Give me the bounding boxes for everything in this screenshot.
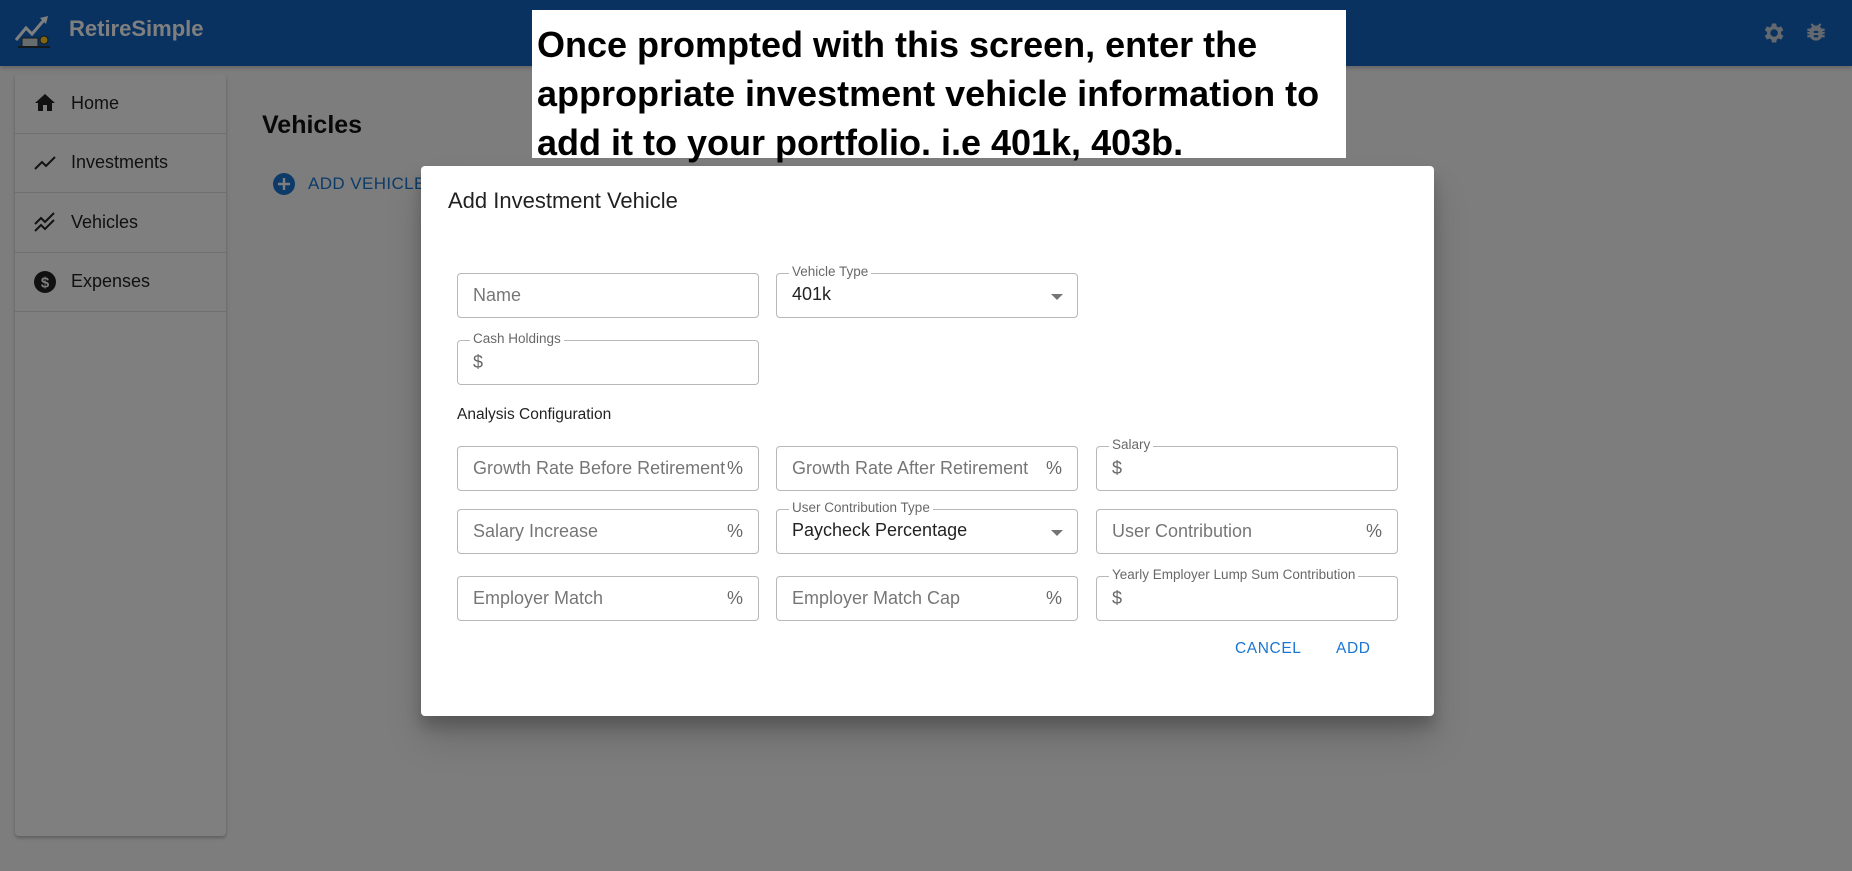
currency-prefix: $ — [1112, 458, 1123, 478]
user-contribution-type-select[interactable]: User Contribution Type Paycheck Percenta… — [776, 500, 1078, 554]
employer-match-cap-field[interactable]: Employer Match Cap % — [776, 576, 1078, 621]
currency-prefix: $ — [473, 352, 484, 372]
user-contribution-type-value: Paycheck Percentage — [792, 520, 968, 540]
percent-suffix: % — [724, 521, 743, 542]
employer-match-cap-placeholder: Employer Match Cap — [792, 588, 961, 608]
employer-match-placeholder: Employer Match — [473, 588, 604, 608]
vehicle-type-label: Vehicle Type — [789, 264, 872, 280]
employer-lump-sum-field[interactable]: Yearly Employer Lump Sum Contribution $ — [1096, 567, 1398, 621]
percent-suffix: % — [724, 588, 743, 609]
growth-rate-before-field[interactable]: Growth Rate Before Retirement % — [457, 446, 759, 491]
percent-suffix: % — [1043, 458, 1062, 479]
salary-increase-field[interactable]: Salary Increase % — [457, 509, 759, 554]
currency-prefix: $ — [1112, 588, 1123, 608]
user-contribution-placeholder: User Contribution — [1112, 521, 1253, 541]
analysis-configuration-heading: Analysis Configuration — [457, 406, 612, 423]
cash-holdings-field[interactable]: Cash Holdings $ — [457, 331, 759, 385]
dropdown-arrow-icon — [1051, 530, 1063, 536]
vehicle-type-value: 401k — [792, 284, 832, 304]
vehicle-type-select[interactable]: Vehicle Type 401k — [776, 264, 1078, 318]
name-field[interactable]: Name — [457, 273, 759, 318]
growth-rate-after-field[interactable]: Growth Rate After Retirement % — [776, 446, 1078, 491]
cancel-button[interactable]: CANCEL — [1235, 640, 1301, 658]
dropdown-arrow-icon — [1051, 294, 1063, 300]
name-placeholder: Name — [473, 285, 522, 305]
dialog-title: Add Investment Vehicle — [448, 188, 678, 213]
salary-field[interactable]: Salary $ — [1096, 437, 1398, 491]
percent-suffix: % — [1363, 521, 1382, 542]
percent-suffix: % — [724, 458, 743, 479]
add-vehicle-dialog: Add Investment Vehicle Name Vehicle Type… — [421, 166, 1434, 716]
percent-suffix: % — [1043, 588, 1062, 609]
add-button[interactable]: ADD — [1336, 640, 1371, 658]
employer-lump-sum-label: Yearly Employer Lump Sum Contribution — [1109, 567, 1359, 583]
growth-rate-before-placeholder: Growth Rate Before Retirement — [473, 458, 726, 478]
salary-increase-placeholder: Salary Increase — [473, 521, 599, 541]
instruction-banner: Once prompted with this screen, enter th… — [532, 10, 1346, 163]
salary-label: Salary — [1109, 437, 1154, 453]
employer-match-field[interactable]: Employer Match % — [457, 576, 759, 621]
growth-rate-after-placeholder: Growth Rate After Retirement — [792, 458, 1029, 478]
user-contribution-field[interactable]: User Contribution % — [1096, 509, 1398, 554]
user-contribution-type-label: User Contribution Type — [789, 500, 933, 516]
cash-holdings-label: Cash Holdings — [470, 331, 564, 347]
